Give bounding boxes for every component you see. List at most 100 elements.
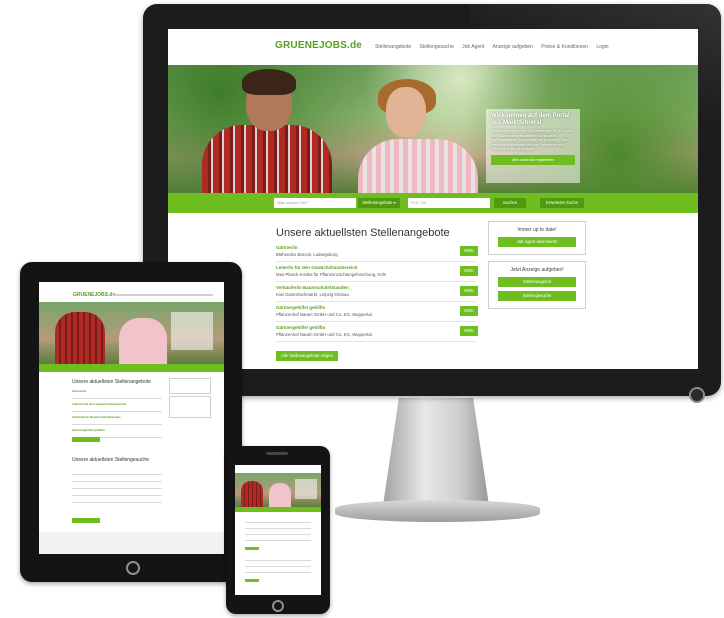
site-logo[interactable]: GRUENEJOBS.de [275, 40, 362, 51]
phone-search-bar [235, 507, 321, 512]
phone-hero [235, 473, 321, 507]
job-row[interactable]: Leiter/in für den Gewächshausbereich Max… [276, 263, 478, 282]
jobs-section-title: Unsere aktuellsten Stellenangebote [276, 227, 450, 239]
woman-figure [119, 318, 167, 364]
job-row[interactable]: Gärtnergehilfe/ gehilfin Pflanzenhof Nau… [276, 303, 478, 322]
welcome-title: Willkommen auf dem Portal des Marktführe… [491, 113, 570, 126]
tablet-hero [39, 302, 224, 364]
tablet-search-bar [39, 364, 224, 372]
divider [245, 522, 311, 523]
tablet-all-jobs-button[interactable] [72, 437, 100, 442]
phone-screen [235, 465, 321, 595]
monitor-stand-neck [382, 398, 490, 508]
phone-job-list [245, 517, 311, 546]
job-company: Max-Planck-Institut für Pflanzenzüchtung… [276, 272, 387, 277]
location-input[interactable]: PLZ, Ort [408, 198, 490, 208]
tablet-job-agent-box [169, 378, 211, 394]
category-select[interactable]: Stellenangebote ▾ [358, 198, 400, 208]
register-button[interactable]: Jetzt kostenlos registrieren [491, 154, 575, 165]
tablet-requests-title: Unsere aktuellsten Stellengesuche [72, 457, 149, 463]
home-button-icon [126, 561, 140, 575]
job-company: Blühendes Barock, Ludwigsburg [276, 252, 338, 257]
chevron-down-icon: ▾ [393, 200, 396, 205]
divider [72, 488, 162, 489]
power-button-icon [689, 387, 705, 403]
welcome-text: Profitieren Sie von der Reichweite der T… [491, 129, 572, 152]
divider [245, 534, 311, 535]
tablet-screen: GRUENEJOBS.de Unsere aktuellsten Stellen… [39, 282, 224, 554]
job-agent-box: Immer up to date! Job Agent abonnieren [488, 221, 586, 255]
nav-anzeige-aufgeben[interactable]: Anzeige aufgeben [493, 44, 533, 50]
tablet-nav [113, 294, 213, 296]
more-button[interactable]: Mehr [460, 306, 478, 316]
job-row[interactable]: Gärtner/in Blühendes Barock, Ludwigsburg… [276, 243, 478, 262]
tablet-request-list [72, 468, 162, 509]
tablet-post-ad-box [169, 396, 211, 418]
job-agent-button[interactable]: Job Agent abonnieren [498, 237, 576, 247]
job-title[interactable]: Verkäufer/in Baumschule/Stauden [72, 415, 162, 419]
woman-face [386, 87, 426, 137]
desktop-screen: GRUENEJOBS.de Stellenangebote Stellenges… [168, 29, 698, 369]
nav-job-agent[interactable]: Job Agent [462, 44, 484, 50]
more-button[interactable]: Mehr [460, 326, 478, 336]
nav-stellenangebote[interactable]: Stellenangebote [375, 44, 411, 50]
tablet-footer [39, 532, 224, 554]
man-hair [242, 69, 296, 95]
nav-stellengesuche[interactable]: Stellengesuche [420, 44, 454, 50]
divider [72, 424, 162, 425]
nav-login[interactable]: Login [596, 44, 608, 50]
job-company: Pflanzenhof Nauen GmbH und Co. KG, Wuppe… [276, 332, 372, 337]
more-button[interactable]: Mehr [460, 266, 478, 276]
advanced-search-button[interactable]: Erweiterte Suche [540, 198, 584, 208]
divider [72, 502, 162, 503]
search-button[interactable]: Suchen [494, 198, 526, 208]
monitor-stand-base [335, 500, 540, 522]
phone-all-requests-button[interactable] [245, 579, 259, 582]
job-title[interactable]: Gärtnergehilfe/ gehilfin [276, 325, 325, 330]
job-row[interactable]: Verkäufer/in Baumschule/Stauden Kiwi Gar… [276, 283, 478, 302]
divider [72, 411, 162, 412]
welcome-panel [295, 479, 317, 499]
post-request-button[interactable]: Stellengesuche [498, 291, 576, 301]
divider [245, 528, 311, 529]
search-bar: Was suchen Sie? Stellenangebote ▾ PLZ, O… [168, 193, 698, 213]
tablet-logo: GRUENEJOBS.de [73, 292, 116, 298]
post-ad-box: Jetzt Anzeige aufgeben! Stellenangebot S… [488, 261, 586, 309]
site-header: GRUENEJOBS.de Stellenangebote Stellenges… [168, 29, 698, 66]
tablet-jobs-title: Unsere aktuellsten Stellenangebote [72, 379, 151, 385]
divider [72, 398, 162, 399]
man-figure [241, 481, 263, 507]
phone-request-list [245, 555, 311, 578]
job-row[interactable]: Gärtnergehilfe/ gehilfin Pflanzenhof Nau… [276, 323, 478, 342]
job-title[interactable]: Verkäufer/in Baumschule/Stauden [276, 285, 349, 290]
hero-image: Willkommen auf dem Portal des Marktführe… [168, 65, 698, 193]
phone-speaker [266, 452, 288, 455]
woman-figure [269, 483, 291, 507]
job-title[interactable]: Gärtnergehilfe/ gehilfin [276, 305, 325, 310]
woman-figure [358, 139, 478, 193]
job-title[interactable]: Gärtnergehilfe/ gehilfin [72, 428, 162, 432]
divider [72, 495, 162, 496]
post-ad-title: Jetzt Anzeige aufgeben! [510, 267, 564, 273]
post-offer-button[interactable]: Stellenangebot [498, 277, 576, 287]
job-title[interactable]: Gärtner/in [276, 245, 298, 250]
job-company: Kiwi Gartenfachmarkt, Leipzig-Grünau [276, 292, 349, 297]
divider [245, 566, 311, 567]
all-jobs-button[interactable]: Alle Stellenangebote zeigen [276, 351, 338, 361]
phone-all-jobs-button[interactable] [245, 547, 259, 550]
tablet-all-requests-button[interactable] [72, 518, 100, 523]
job-agent-title: Immer up to date! [517, 227, 557, 233]
divider [245, 540, 311, 541]
job-title[interactable]: Leiter/in für den Gewächshausbereich [276, 265, 358, 270]
more-button[interactable]: Mehr [460, 286, 478, 296]
divider [245, 560, 311, 561]
man-figure [202, 125, 332, 193]
job-title[interactable]: Gärtner/in [72, 389, 162, 393]
more-button[interactable]: Mehr [460, 246, 478, 256]
welcome-panel: Willkommen auf dem Portal des Marktführe… [486, 109, 580, 183]
keyword-input[interactable]: Was suchen Sie? [274, 198, 356, 208]
divider [245, 572, 311, 573]
nav-preise[interactable]: Preise & Konditionen [541, 44, 588, 50]
job-title[interactable]: Leiter/in für den Gewächshausbereich [72, 402, 162, 406]
home-button-icon [272, 600, 284, 612]
